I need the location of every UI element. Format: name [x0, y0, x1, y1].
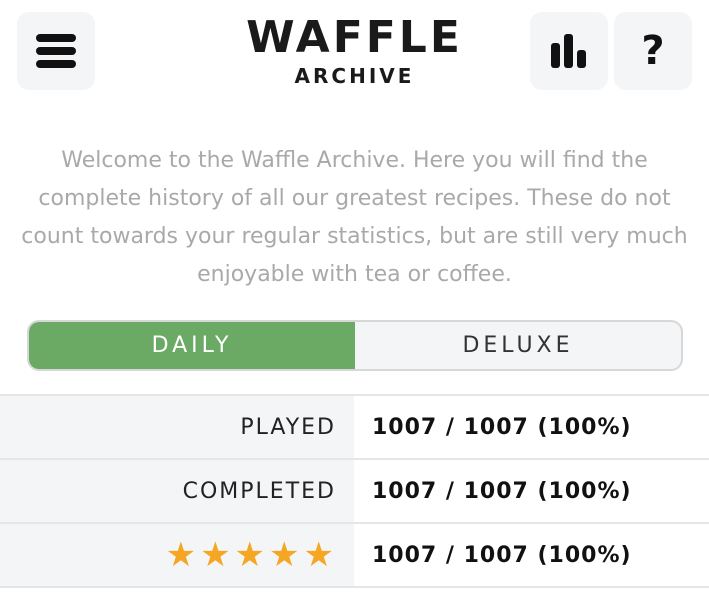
five-star-value: 1007 / 1007 (100%): [372, 542, 632, 568]
stats-table: PLAYED 1007 / 1007 (100%) COMPLETED 1007…: [0, 394, 709, 588]
waffle-archive-screen: WAFFLE ARCHIVE ? Welcome to the Waffle A…: [0, 0, 709, 600]
intro-text: Welcome to the Waffle Archive. Here you …: [21, 148, 688, 287]
stats-row-played: PLAYED 1007 / 1007 (100%): [0, 396, 709, 460]
logo: WAFFLE ARCHIVE: [200, 12, 509, 89]
five-star-rating: ★ ★ ★ ★ ★: [166, 538, 336, 572]
star-icon: ★: [165, 535, 199, 575]
hamburger-menu-icon: [36, 34, 76, 68]
menu-button[interactable]: [17, 12, 95, 90]
played-value: 1007 / 1007 (100%): [372, 414, 632, 440]
played-label: PLAYED: [0, 396, 354, 458]
question-mark-icon: ?: [641, 28, 665, 74]
bar-chart-icon: [551, 34, 587, 68]
stats-row-five-stars: ★ ★ ★ ★ ★ 1007 / 1007 (100%): [0, 524, 709, 588]
completed-value: 1007 / 1007 (100%): [372, 478, 632, 504]
five-star-label: ★ ★ ★ ★ ★: [0, 524, 354, 586]
star-icon: ★: [234, 535, 268, 575]
completed-label: COMPLETED: [0, 460, 354, 522]
star-icon: ★: [200, 535, 233, 575]
star-icon: ★: [269, 535, 302, 575]
star-icon: ★: [303, 535, 336, 575]
tab-daily[interactable]: DAILY: [29, 322, 355, 369]
logo-title: WAFFLE: [246, 12, 463, 63]
help-button[interactable]: ?: [614, 12, 692, 90]
header: WAFFLE ARCHIVE ?: [0, 0, 709, 110]
mode-tabs: DAILY DELUXE: [27, 320, 683, 371]
logo-subtitle: ARCHIVE: [294, 64, 415, 88]
stats-row-completed: COMPLETED 1007 / 1007 (100%): [0, 460, 709, 524]
tab-deluxe[interactable]: DELUXE: [355, 322, 681, 369]
stats-button[interactable]: [530, 12, 608, 90]
